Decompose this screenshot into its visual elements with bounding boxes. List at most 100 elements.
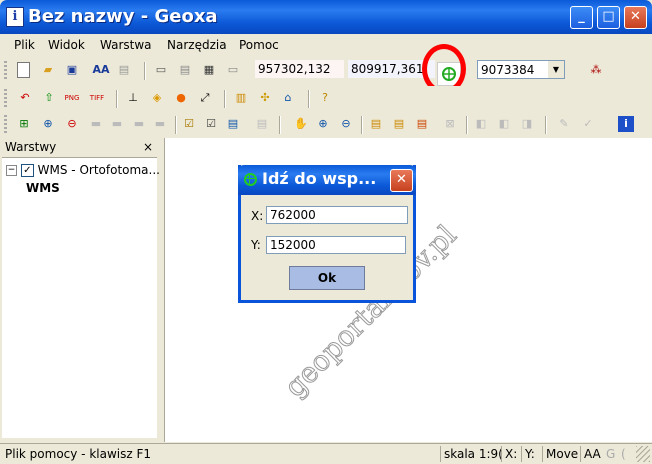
toolbar-separator-5 [175,116,177,134]
layers-panel: Warstwy × − ✓ WMS - Ortofotoma... WMS [2,138,160,438]
dialog-close-button[interactable]: ✕ [390,169,413,192]
pointer-icon[interactable]: ⤢ [197,90,213,106]
scale-bar-icon[interactable]: ⁂ [588,62,604,78]
layer-lock-icon[interactable]: ▤ [254,116,270,132]
x-input[interactable]: 762000 [266,206,408,224]
remove-layer-icon[interactable]: ⊖ [64,116,80,132]
status-separator-5 [580,446,581,462]
layer-down-icon[interactable]: ▬ [109,116,125,132]
layer-visibility-checkbox[interactable]: ✓ [20,164,34,177]
undo-icon[interactable]: ↶ [17,90,33,106]
png-export-icon[interactable]: PNG [64,90,80,106]
zoom-selection-icon[interactable]: ▤ [414,116,430,132]
zoom-in-icon[interactable]: ⊕ [315,116,331,132]
new-file-icon[interactable] [17,62,30,78]
menu-widok[interactable]: Widok [48,38,85,52]
tree-collapse-icon[interactable]: − [6,165,17,176]
status-separator-4 [542,446,543,462]
coordinate-x-readout: 957302,132 [255,60,344,78]
toolbar-separator [144,62,146,80]
home-icon[interactable]: ⌂ [280,90,296,106]
toolbar-grip[interactable] [4,61,7,81]
toolbar-separator-9 [545,116,547,134]
layer-refresh-icon[interactable]: ▤ [225,116,241,132]
toolbar-layers: ↶ ⇧ PNG TIFF ⊥ ◈ ● ⤢ ▥ ✣ ⌂ ? [0,86,652,112]
status-scale: skala 1:9( [444,447,503,461]
crosshair-icon [244,173,257,186]
menu-bar: Plik Widok Warstwa Narzędzia Pomoc [0,34,652,56]
menu-narzedzia[interactable]: Narzędzia [167,38,227,52]
save-icon[interactable]: ▣ [64,62,80,78]
toolbar-separator-2 [116,90,118,108]
close-button[interactable]: ✕ [624,6,647,29]
layers-panel-header: Warstwy × [2,138,157,158]
toolbar-grip-2 [4,89,7,109]
zoom-layer-icon[interactable]: ▤ [391,116,407,132]
text-tool-icon[interactable]: AA [91,62,111,78]
status-y: Y: [525,447,535,461]
layers-close-button[interactable]: × [143,138,153,157]
toolbar-grip-3 [4,115,7,135]
zoom-full-icon[interactable]: ▤ [368,116,384,132]
export-icon[interactable]: ▤ [177,62,193,78]
minimize-button[interactable]: _ [570,6,593,29]
layer-item[interactable]: − ✓ WMS - Ortofotoma... [6,163,160,177]
info-icon[interactable]: i [618,116,634,132]
measure-icon[interactable]: ⊥ [125,90,141,106]
menu-pomoc[interactable]: Pomoc [239,38,279,52]
scale-dropdown[interactable]: 9073384 ▼ [477,60,565,79]
status-c: ( [621,447,626,461]
app-info-icon[interactable]: i [6,7,24,27]
resize-grip[interactable] [636,446,650,462]
edit-check-icon[interactable]: ✓ [580,116,596,132]
print-icon[interactable]: ▤ [116,62,132,78]
toolbar-separator-4 [308,90,310,108]
status-separator [440,446,441,462]
print-preview-icon[interactable]: ▦ [201,62,217,78]
layer-visibility-icon[interactable]: ☑ [203,116,219,132]
properties-icon[interactable]: ▭ [225,62,241,78]
add-wms-icon[interactable]: ⊕ [40,116,56,132]
tiff-export-icon[interactable]: TIFF [89,90,105,106]
status-x: X: [505,447,518,461]
scale-value: 9073384 [481,63,535,77]
nav-back-icon[interactable]: ◧ [473,116,489,132]
maximize-button[interactable]: □ [597,6,620,29]
dialog-title: Idź do wsp... [262,169,377,188]
pan-hand-icon[interactable]: ✋ [293,116,309,132]
find-icon[interactable]: ✣ [257,90,273,106]
zoom-window-icon[interactable]: ⊠ [442,116,458,132]
help-circle-icon[interactable]: ● [173,90,189,106]
menu-warstwa[interactable]: Warstwa [100,38,152,52]
window-icon[interactable]: ▭ [153,62,169,78]
zoom-out-icon[interactable]: ⊖ [338,116,354,132]
layer-props-icon[interactable]: ☑ [181,116,197,132]
add-layer-icon[interactable]: ⊞ [16,116,32,132]
open-folder-icon[interactable]: ▰ [40,62,56,78]
ok-button[interactable]: Ok [289,266,365,290]
nav-prev-icon[interactable]: ◧ [496,116,512,132]
window-title: Bez nazwy - Geoxa [28,6,218,27]
layer-sub-item[interactable]: WMS [26,181,60,195]
chevron-down-icon[interactable]: ▼ [548,61,564,78]
layer-up-icon[interactable]: ▬ [88,116,104,132]
menu-plik[interactable]: Plik [14,38,35,52]
toolbar-separator-7 [361,116,363,134]
status-separator-2 [501,446,502,462]
status-antialias: AA [584,447,601,461]
paste-icon[interactable]: ▥ [233,90,249,106]
status-help: Plik pomocy - klawisz F1 [5,447,152,461]
layer-item-label: WMS - Ortofotoma... [37,163,160,177]
toolbar-separator-6 [279,116,281,134]
status-bar: Plik pomocy - klawisz F1 skala 1:9( X: Y… [0,443,652,464]
layer-top-icon[interactable]: ▬ [131,116,147,132]
layer-bottom-icon[interactable]: ▬ [152,116,168,132]
y-input[interactable]: 152000 [266,236,406,254]
toolbar-map: ⊞ ⊕ ⊖ ▬ ▬ ▬ ▬ ☑ ☑ ▤ ▤ ✋ ⊕ ⊖ ▤ ▤ ▤ ⊠ ◧ ◧ … [0,112,652,138]
y-label: Y: [251,238,261,252]
nav-next-icon[interactable]: ◨ [519,116,535,132]
label-icon[interactable]: ◈ [149,90,165,106]
upload-icon[interactable]: ⇧ [41,90,57,106]
edit-icon[interactable]: ✎ [556,116,572,132]
query-icon[interactable]: ? [317,90,333,106]
